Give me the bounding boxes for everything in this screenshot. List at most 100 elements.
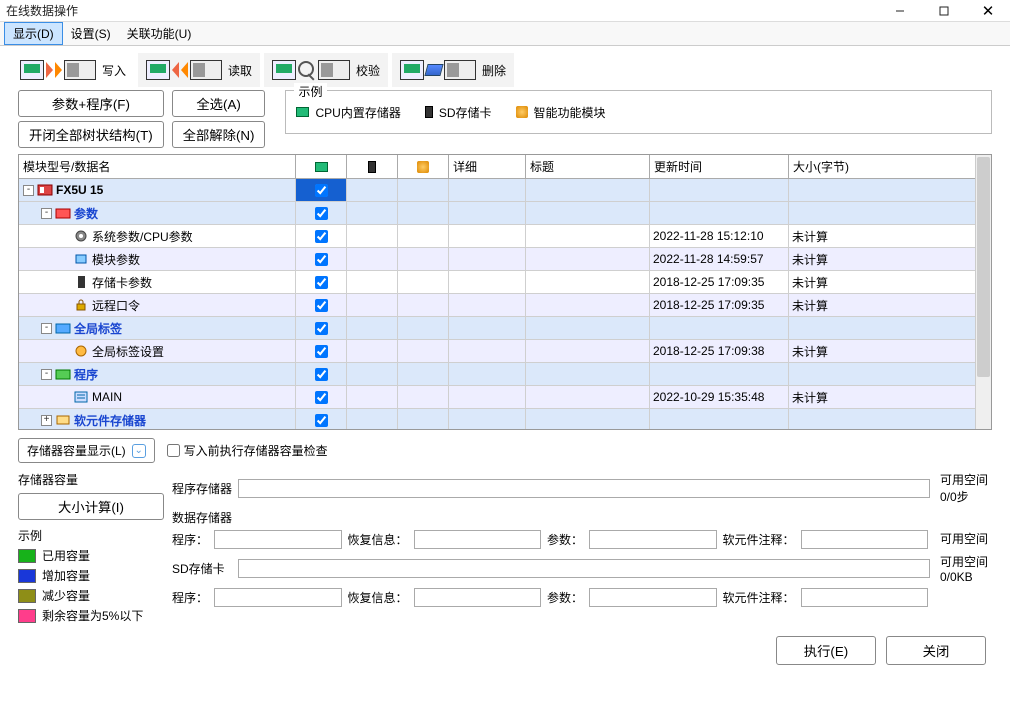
size-calc-button[interactable]: 大小计算(I) xyxy=(18,493,164,520)
used-swatch xyxy=(18,549,36,563)
table-row[interactable]: 模块参数2022-11-28 14:59:57未计算 xyxy=(19,248,975,271)
sd-card-icon xyxy=(425,106,433,118)
table-header: 模块型号/数据名 详细 标题 更新时间 大小(字节) xyxy=(19,155,975,179)
program-label: 程序： xyxy=(172,531,208,548)
table-row[interactable]: 系统参数/CPU参数2022-11-28 15:12:10未计算 xyxy=(19,225,975,248)
smart-module-icon xyxy=(417,161,429,173)
legend-remaining: 剩余容量为5%以下 xyxy=(42,607,143,624)
th-name[interactable]: 模块型号/数据名 xyxy=(19,155,296,178)
folder-blue-icon xyxy=(55,321,71,335)
toolbar-read[interactable]: 读取 xyxy=(138,53,260,87)
close-dialog-button[interactable]: 关闭 xyxy=(886,636,986,665)
row-checkbox-cpu[interactable] xyxy=(315,207,328,220)
legend-box: 示例 CPU内置存储器 SD存储卡 智能功能模块 xyxy=(285,90,992,134)
prog-mem-label: 程序存储器 xyxy=(172,480,234,497)
row-name: 系统参数/CPU参数 xyxy=(92,228,193,245)
comments-label: 软元件注释： xyxy=(723,531,795,548)
param-program-button[interactable]: 参数+程序(F) xyxy=(18,90,164,117)
th-size[interactable]: 大小(字节) xyxy=(789,155,947,178)
row-checkbox-cpu[interactable] xyxy=(315,184,328,197)
tree-toggle[interactable]: - xyxy=(23,185,34,196)
precheck-input[interactable] xyxy=(167,444,180,457)
th-cpu[interactable] xyxy=(296,155,347,178)
row-checkbox-cpu[interactable] xyxy=(315,391,328,404)
tree-toggle[interactable]: + xyxy=(41,415,52,426)
table-row[interactable]: -参数 xyxy=(19,202,975,225)
row-checkbox-cpu[interactable] xyxy=(315,414,328,427)
prog-mem-bar xyxy=(238,479,930,498)
table-row[interactable]: MAIN2022-10-29 15:35:48未计算 xyxy=(19,386,975,409)
storage-display-label: 存储器容量显示(L) xyxy=(27,442,126,459)
row-name: 全局标签 xyxy=(74,320,122,337)
cpu-memory-icon xyxy=(296,107,309,117)
tree-toggle[interactable]: - xyxy=(41,323,52,334)
table-row[interactable]: - FX5U 15 xyxy=(19,179,975,202)
table-row[interactable]: + 软元件存储器 xyxy=(19,409,975,429)
tree-toggle[interactable]: - xyxy=(41,208,52,219)
precheck-label: 写入前执行存储器容量检查 xyxy=(184,442,328,459)
toolbar-delete-label: 删除 xyxy=(482,62,506,79)
toolbar-verify[interactable]: 校验 xyxy=(264,53,388,87)
row-checkbox-cpu[interactable] xyxy=(315,322,328,335)
write-icon xyxy=(20,60,96,80)
execute-button[interactable]: 执行(E) xyxy=(776,636,876,665)
th-detail[interactable]: 详细 xyxy=(449,155,526,178)
toolbar-delete[interactable]: 删除 xyxy=(392,53,514,87)
smart-module-icon xyxy=(516,106,528,118)
row-size: 未计算 xyxy=(789,225,947,247)
row-size: 未计算 xyxy=(789,386,947,408)
free-label-2: 可用空间 xyxy=(940,530,992,547)
row-checkbox-cpu[interactable] xyxy=(315,368,328,381)
menu-display[interactable]: 显示(D) xyxy=(4,22,63,45)
table-row[interactable]: 存储卡参数2018-12-25 17:09:35未计算 xyxy=(19,271,975,294)
sd-card-icon xyxy=(368,161,376,173)
legend-used: 已用容量 xyxy=(42,547,90,564)
row-time xyxy=(650,363,789,385)
table-row[interactable]: - 全局标签 xyxy=(19,317,975,340)
menu-settings[interactable]: 设置(S) xyxy=(63,22,119,45)
deselect-all-button[interactable]: 全部解除(N) xyxy=(172,121,266,148)
row-checkbox-cpu[interactable] xyxy=(315,345,328,358)
close-button[interactable]: ✕ xyxy=(966,0,1010,22)
minimize-button[interactable] xyxy=(878,0,922,22)
toolbar-write-label: 写入 xyxy=(102,62,126,79)
storage-capacity-label: 存储器容量 xyxy=(18,471,164,488)
table-row[interactable]: -程序 xyxy=(19,363,975,386)
legend-added: 增加容量 xyxy=(42,567,90,584)
chevron-down-icon: ⌄ xyxy=(132,444,146,458)
row-name: 软元件存储器 xyxy=(74,412,146,429)
chip-icon xyxy=(73,252,89,266)
toolbar-write[interactable]: 写入 xyxy=(12,53,134,87)
th-sd[interactable] xyxy=(347,155,398,178)
restore-label: 恢复信息： xyxy=(348,531,408,548)
storage-display-dropdown[interactable]: 存储器容量显示(L) ⌄ xyxy=(18,438,155,463)
th-smart[interactable] xyxy=(398,155,449,178)
row-size xyxy=(789,202,947,224)
row-checkbox-cpu[interactable] xyxy=(315,253,328,266)
memory-icon xyxy=(55,413,71,427)
data-mem-label: 数据存储器 xyxy=(172,509,992,526)
row-checkbox-cpu[interactable] xyxy=(315,276,328,289)
sd-label: SD存储卡 xyxy=(172,560,234,577)
table-row[interactable]: 远程口令2018-12-25 17:09:35未计算 xyxy=(19,294,975,317)
row-checkbox-cpu[interactable] xyxy=(315,299,328,312)
row-checkbox-cpu[interactable] xyxy=(315,230,328,243)
legend-cpu: CPU内置存储器 xyxy=(315,104,400,121)
maximize-button[interactable] xyxy=(922,0,966,22)
row-time: 2018-12-25 17:09:35 xyxy=(650,271,789,293)
table-scrollbar[interactable] xyxy=(975,155,991,429)
verify-icon xyxy=(272,60,350,80)
th-title[interactable]: 标题 xyxy=(526,155,650,178)
menu-related[interactable]: 关联功能(U) xyxy=(119,22,200,45)
table-row[interactable]: 全局标签设置2018-12-25 17:09:38未计算 xyxy=(19,340,975,363)
restore-bar-2 xyxy=(414,588,541,607)
params-label: 参数： xyxy=(547,531,583,548)
expand-tree-button[interactable]: 开闭全部树状结构(T) xyxy=(18,121,164,148)
row-name: FX5U 15 xyxy=(56,183,103,197)
row-time: 2018-12-25 17:09:35 xyxy=(650,294,789,316)
th-update[interactable]: 更新时间 xyxy=(650,155,789,178)
tree-toggle[interactable]: - xyxy=(41,369,52,380)
menubar: 显示(D) 设置(S) 关联功能(U) xyxy=(0,22,1010,46)
precheck-checkbox[interactable]: 写入前执行存储器容量检查 xyxy=(167,442,328,459)
select-all-button[interactable]: 全选(A) xyxy=(172,90,266,117)
